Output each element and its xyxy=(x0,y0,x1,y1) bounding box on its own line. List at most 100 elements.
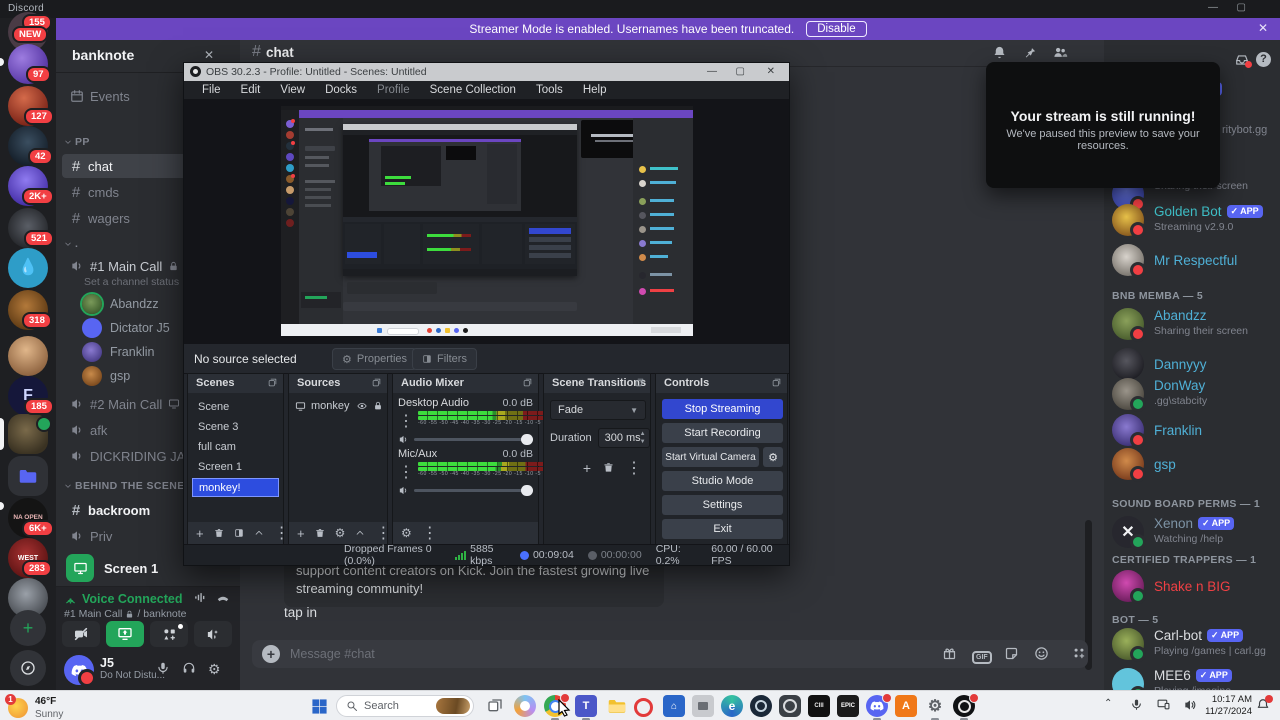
discover-button[interactable] xyxy=(10,650,46,686)
scene-item[interactable]: Scene xyxy=(192,398,279,417)
tray-notification-icon[interactable] xyxy=(1256,698,1270,712)
channel-status-hint[interactable]: Set a channel status ✎ xyxy=(84,276,192,288)
menu-view[interactable]: View xyxy=(270,84,315,96)
volume-slider[interactable] xyxy=(414,489,533,492)
headphones-icon[interactable] xyxy=(182,661,196,675)
disconnect-icon[interactable] xyxy=(216,591,230,605)
screenshare-button-active[interactable] xyxy=(106,621,144,647)
menu-help[interactable]: Help xyxy=(573,84,617,96)
obs-minimize-icon[interactable]: — xyxy=(707,66,717,77)
popout-icon[interactable] xyxy=(772,378,781,387)
voice-member[interactable]: Dictator J5 xyxy=(82,318,170,338)
tray-mic-icon[interactable] xyxy=(1130,698,1143,711)
category-dot[interactable]: . xyxy=(64,238,78,250)
member-row[interactable]: Mr Respectful xyxy=(1112,244,1272,276)
member-row[interactable]: DonWay.gg\stabcity xyxy=(1112,378,1272,410)
member-row[interactable]: ✕ Xenon ✓APP Watching /help xyxy=(1112,516,1272,548)
more-icon[interactable]: ⋮ xyxy=(375,523,391,543)
member-row[interactable]: Shake n BIG xyxy=(1112,570,1272,602)
apps-icon[interactable] xyxy=(1072,646,1086,660)
studio-mode-button[interactable]: Studio Mode xyxy=(662,471,783,491)
popout-icon[interactable] xyxy=(523,378,532,387)
menu-edit[interactable]: Edit xyxy=(231,84,271,96)
gift-icon[interactable] xyxy=(942,646,957,661)
more-icon[interactable]: ⋮ xyxy=(422,523,438,543)
members-icon[interactable] xyxy=(1052,45,1068,60)
duration-spinner[interactable]: 300 ms ▲▼ xyxy=(598,428,650,448)
category-pp[interactable]: PP xyxy=(64,136,90,148)
epic-games-icon[interactable]: EPIC xyxy=(837,695,859,717)
tray-volume-icon[interactable] xyxy=(1183,698,1197,712)
start-button[interactable] xyxy=(308,695,330,717)
tray-cast-icon[interactable] xyxy=(1156,698,1171,711)
volume-icon[interactable] xyxy=(398,434,409,445)
member-row-golden-bot[interactable]: Golden Bot ✓APP Streaming v2.9.0 xyxy=(1112,204,1272,236)
help-icon[interactable]: ? xyxy=(1256,52,1271,67)
volume-slider[interactable] xyxy=(414,438,533,441)
voice-member[interactable]: gsp xyxy=(82,366,130,386)
stream-running-notification[interactable]: Your stream is still running! We've paus… xyxy=(986,62,1220,188)
stream-preview-tile[interactable]: Screen 1 xyxy=(66,554,158,582)
member-row[interactable]: Carl-bot ✓APP Playing /games | carl.gg xyxy=(1112,628,1272,660)
source-properties-icon[interactable]: ⚙ xyxy=(335,526,346,540)
minimize-icon[interactable]: — xyxy=(1208,2,1218,13)
source-item[interactable]: monkey xyxy=(295,400,383,412)
user-avatar[interactable] xyxy=(64,655,94,685)
teams-icon[interactable]: T xyxy=(575,695,597,717)
add-source-icon[interactable]: + xyxy=(297,526,305,541)
weather-widget[interactable]: 1 46°F Sunny xyxy=(8,695,63,720)
spinner-arrows[interactable]: ▲▼ xyxy=(640,430,646,447)
file-explorer-icon[interactable] xyxy=(606,695,628,717)
banner-close-icon[interactable]: ✕ xyxy=(1258,21,1268,35)
taskbar-search[interactable]: Search xyxy=(336,695,474,717)
voice-channel-location[interactable]: #1 Main Call / banknote xyxy=(64,608,187,620)
sticker-icon[interactable] xyxy=(1004,646,1019,661)
menu-file[interactable]: File xyxy=(192,84,231,96)
copilot-icon[interactable] xyxy=(514,695,536,717)
xbox-icon[interactable] xyxy=(779,695,801,717)
voice-member[interactable]: Franklin xyxy=(82,342,154,362)
add-server-button[interactable]: + xyxy=(10,610,46,646)
a-app-icon[interactable]: A xyxy=(895,695,917,717)
scene-item[interactable]: Scene 3 xyxy=(192,418,279,437)
popout-icon[interactable] xyxy=(372,378,381,387)
notifications-icon[interactable] xyxy=(992,45,1007,60)
channel-menu-icon[interactable]: ⋮ xyxy=(398,462,414,482)
transition-props-icon[interactable]: ⋮ xyxy=(626,458,642,478)
emoji-icon[interactable] xyxy=(1034,646,1049,661)
tray-chevron-icon[interactable]: ⌃ xyxy=(1104,698,1112,709)
stop-streaming-button[interactable]: Stop Streaming xyxy=(662,399,783,419)
scene-filters-icon[interactable] xyxy=(234,528,244,538)
message-input[interactable]: + Message #chat GIF xyxy=(252,640,1088,668)
filters-button[interactable]: Filters xyxy=(412,348,477,370)
scene-item[interactable]: Screen 1 xyxy=(192,458,279,477)
menu-docks[interactable]: Docks xyxy=(315,84,367,96)
inbox-icon[interactable] xyxy=(1234,53,1250,67)
member-row[interactable]: gsp xyxy=(1112,448,1272,480)
ms-store-icon[interactable]: ⌂ xyxy=(663,695,685,717)
exit-button[interactable]: Exit xyxy=(662,519,783,539)
soundboard-button[interactable] xyxy=(194,621,232,647)
add-transition-icon[interactable]: + xyxy=(583,460,591,476)
activities-button[interactable] xyxy=(150,621,188,647)
chat-message[interactable]: tap in xyxy=(284,605,317,620)
obs-maximize-icon[interactable]: ▢ xyxy=(736,66,745,77)
maximize-icon[interactable]: ▢ xyxy=(1237,2,1246,13)
member-row[interactable]: Dannyyy xyxy=(1112,348,1272,380)
steam-icon[interactable] xyxy=(750,695,772,717)
remove-source-icon[interactable] xyxy=(315,528,325,539)
menu-scene-collection[interactable]: Scene Collection xyxy=(420,84,526,96)
start-virtual-camera-button[interactable]: Start Virtual Camera xyxy=(662,447,759,467)
opera-icon[interactable] xyxy=(634,698,653,717)
edge-icon[interactable]: e xyxy=(721,695,743,717)
server-folder[interactable] xyxy=(8,456,48,496)
settings-gear-icon[interactable]: ⚙ xyxy=(208,661,221,678)
settings-button[interactable]: Settings xyxy=(662,495,783,515)
popout-icon[interactable] xyxy=(268,378,277,387)
server-icon[interactable] xyxy=(8,336,48,376)
category-behind-the-scenes[interactable]: BEHIND THE SCENES xyxy=(64,480,192,492)
popout-icon[interactable] xyxy=(635,378,644,387)
camera-button[interactable] xyxy=(62,621,100,647)
remove-transition-icon[interactable] xyxy=(603,462,614,474)
menu-profile[interactable]: Profile xyxy=(367,84,420,96)
